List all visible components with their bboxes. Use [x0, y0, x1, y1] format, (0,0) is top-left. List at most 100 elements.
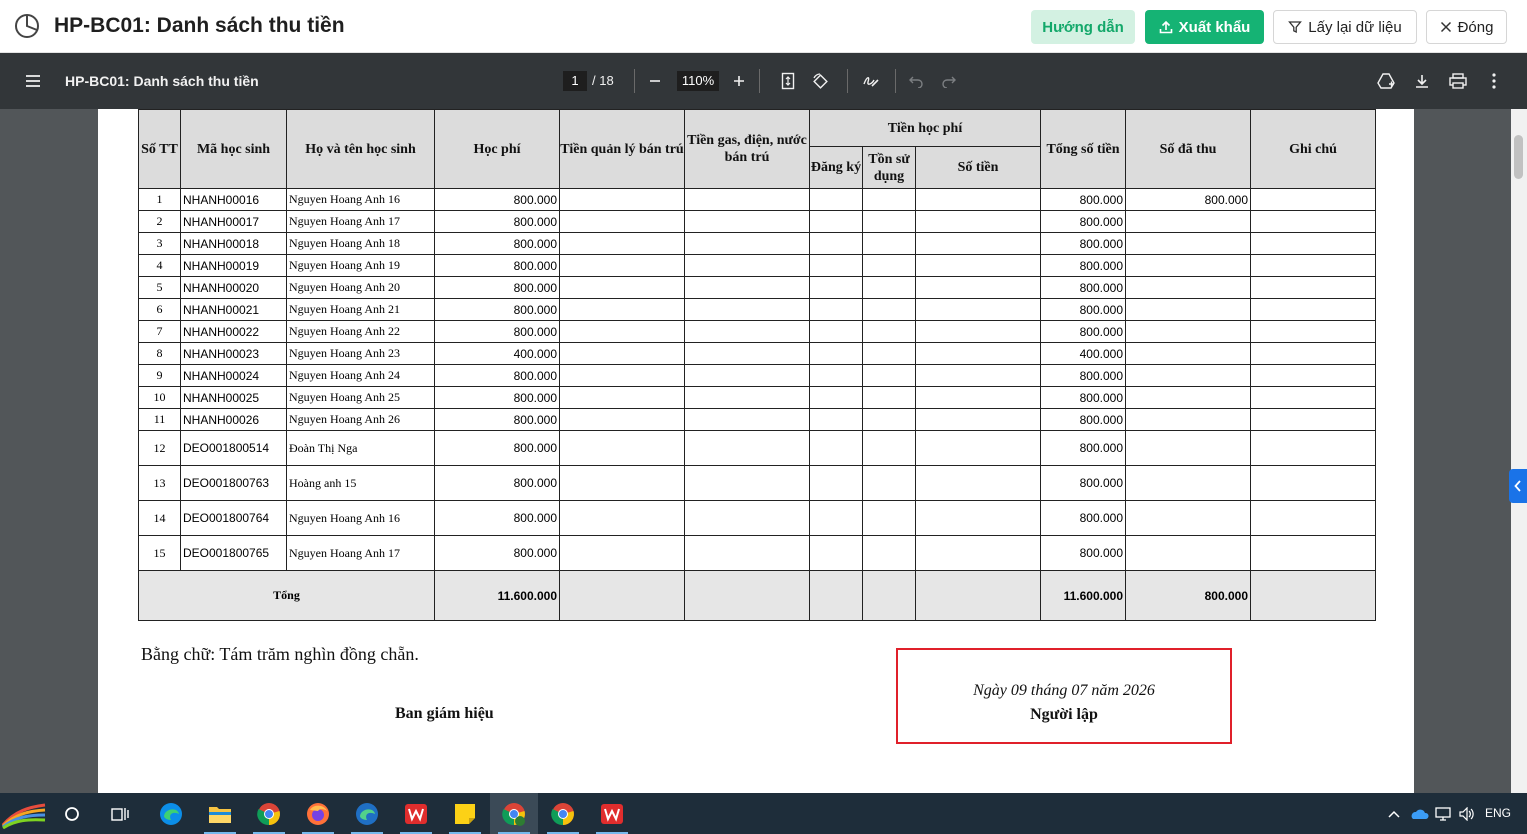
table-row: 13 DEO001800763 Hoàng anh 15 800.000 800.000 [138, 465, 1376, 501]
print-icon[interactable] [1448, 71, 1468, 91]
row-total: 800.000 [1040, 298, 1126, 321]
document-viewport[interactable]: Số TT Mã học sinh Họ và tên học sinh Học… [0, 109, 1511, 793]
table-row: 4 NHANH00019 Nguyen Hoang Anh 19 800.000 800… [138, 254, 1376, 277]
row-stt: 6 [138, 298, 181, 321]
row-utility-fee [684, 500, 810, 536]
row-stt: 2 [138, 210, 181, 233]
row-note [1250, 364, 1376, 387]
taskbar-edge-dev[interactable] [343, 793, 391, 834]
input-language[interactable]: ENG [1485, 806, 1511, 820]
header-student-code: Mã học sinh [180, 109, 287, 189]
total-remaining-cell [862, 570, 916, 621]
row-boarding-fee [559, 408, 685, 431]
upload-icon [1159, 20, 1172, 34]
drive-save-icon[interactable] [1376, 71, 1396, 91]
row-note [1250, 232, 1376, 255]
vertical-scrollbar[interactable] [1511, 109, 1527, 793]
menu-icon[interactable] [25, 74, 41, 88]
total-label: Tổng [138, 570, 435, 621]
taskbar-chrome[interactable] [245, 793, 293, 834]
network-icon[interactable] [1433, 793, 1453, 834]
total-boarding-cell [559, 570, 685, 621]
close-button[interactable]: Đóng [1426, 10, 1507, 44]
taskbar-chrome-profile[interactable] [490, 793, 538, 834]
wps-icon [405, 803, 427, 824]
row-utility-fee [684, 430, 810, 466]
zoom-input[interactable]: 110% [677, 71, 719, 91]
row-total: 800.000 [1040, 232, 1126, 255]
onedrive-icon[interactable] [1408, 793, 1430, 834]
redo-icon[interactable] [939, 71, 959, 91]
row-amount [915, 500, 1041, 536]
taskbar-file-explorer[interactable] [196, 793, 244, 834]
start-button[interactable] [0, 793, 48, 834]
row-collected [1125, 364, 1251, 387]
row-student-code: NHANH00020 [180, 276, 287, 299]
row-stt: 3 [138, 232, 181, 255]
table-row: 11 NHANH00026 Nguyen Hoang Anh 26 800.000 80… [138, 408, 1376, 431]
more-options-icon[interactable] [1484, 71, 1504, 91]
zoom-in-icon[interactable] [729, 71, 749, 91]
tray-chevron-up-icon[interactable] [1386, 793, 1402, 834]
row-total: 800.000 [1040, 210, 1126, 233]
annotate-icon[interactable] [861, 71, 881, 91]
table-row: 12 DEO001800514 Đoàn Thị Nga 800.000 800.000 [138, 430, 1376, 466]
total-row: Tổng 11.600.000 11.600.000 800.000 [138, 570, 1376, 621]
row-stt: 1 [138, 188, 181, 211]
row-boarding-fee [559, 298, 685, 321]
export-button[interactable]: Xuất khẩu [1145, 10, 1264, 44]
reload-data-label: Lấy lại dữ liệu [1308, 18, 1402, 36]
row-total: 800.000 [1040, 364, 1126, 387]
undo-icon[interactable] [906, 71, 926, 91]
row-stt: 14 [138, 500, 181, 536]
row-boarding-fee [559, 386, 685, 409]
row-boarding-fee [559, 254, 685, 277]
row-remaining [862, 232, 916, 255]
row-utility-fee [684, 320, 810, 343]
row-stt: 7 [138, 320, 181, 343]
task-view-button[interactable] [96, 793, 144, 834]
row-stt: 5 [138, 276, 181, 299]
preparer-label: Người lập [1030, 706, 1098, 723]
volume-icon[interactable] [1457, 793, 1477, 834]
row-remaining [862, 210, 916, 233]
download-icon[interactable] [1412, 71, 1432, 91]
header-total: Tổng số tiền [1040, 109, 1126, 189]
row-registered [809, 298, 863, 321]
taskbar-firefox[interactable] [294, 793, 342, 834]
row-student-name: Nguyen Hoang Anh 22 [286, 320, 435, 343]
row-utility-fee [684, 254, 810, 277]
search-button[interactable] [48, 793, 96, 834]
taskbar-sticky-notes[interactable] [441, 793, 489, 834]
pdf-toolbar: HP-BC01: Danh sách thu tiền 1 / 18 110% [0, 53, 1527, 109]
row-total: 800.000 [1040, 254, 1126, 277]
page-number-input[interactable]: 1 [563, 71, 587, 91]
rotate-icon[interactable] [810, 71, 830, 91]
row-remaining [862, 386, 916, 409]
row-utility-fee [684, 188, 810, 211]
row-boarding-fee [559, 188, 685, 211]
row-total: 800.000 [1040, 535, 1126, 571]
row-student-code: NHANH00021 [180, 298, 287, 321]
reload-data-button[interactable]: Lấy lại dữ liệu [1273, 10, 1417, 44]
zoom-out-icon[interactable] [645, 71, 665, 91]
row-tuition: 800.000 [434, 430, 560, 466]
row-registered [809, 254, 863, 277]
row-collected [1125, 320, 1251, 343]
row-note [1250, 188, 1376, 211]
export-button-label: Xuất khẩu [1178, 18, 1251, 36]
row-student-code: DEO001800763 [180, 465, 287, 501]
start-icon [1, 803, 46, 829]
taskbar-chrome-2[interactable] [539, 793, 587, 834]
row-student-code: NHANH00022 [180, 320, 287, 343]
taskbar-wps[interactable] [392, 793, 440, 834]
table-row: 1 NHANH00016 Nguyen Hoang Anh 16 800.000 800… [138, 188, 1376, 211]
taskbar-edge[interactable] [147, 793, 195, 834]
scrollbar-thumb[interactable] [1514, 135, 1523, 179]
guide-button[interactable]: Hướng dẫn [1031, 10, 1135, 44]
fit-page-icon[interactable] [778, 71, 798, 91]
close-button-label: Đóng [1457, 18, 1494, 36]
side-panel-toggle[interactable] [1509, 469, 1527, 503]
taskbar-wps-2[interactable] [588, 793, 636, 834]
row-amount [915, 188, 1041, 211]
